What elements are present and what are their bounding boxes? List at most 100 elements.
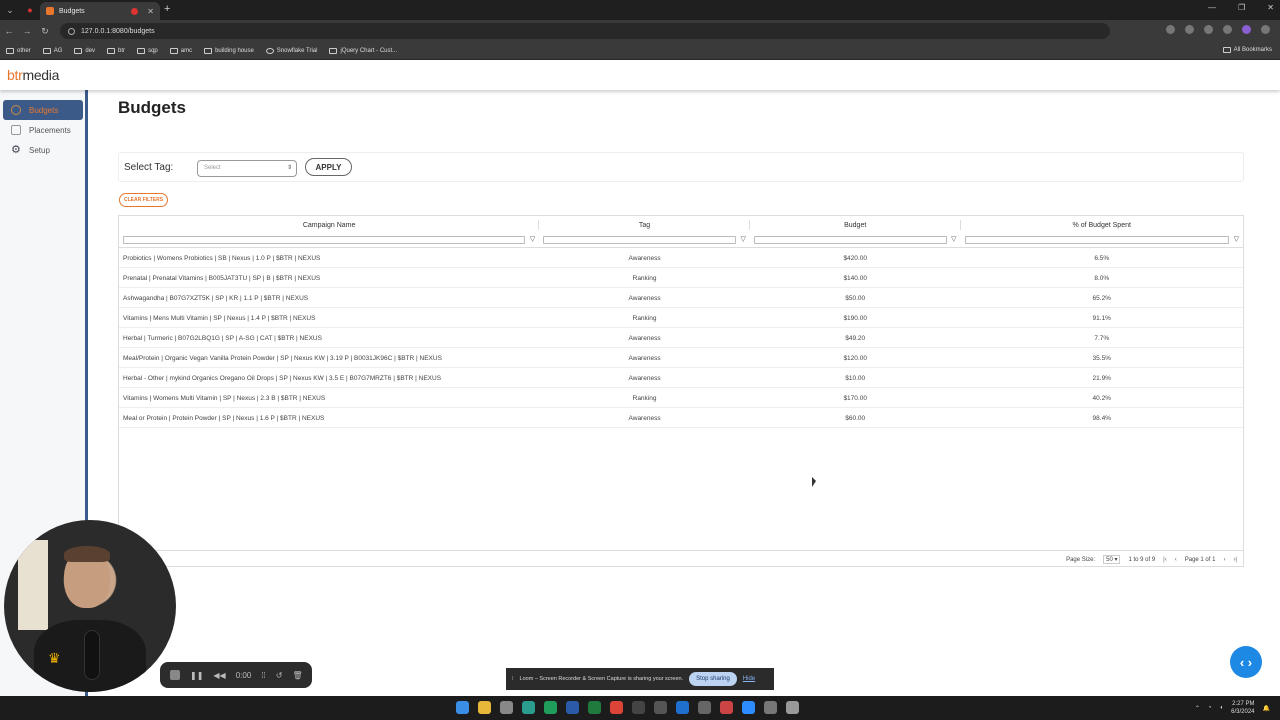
stop-sharing-button[interactable]: Stop sharing (689, 672, 737, 686)
edge-icon[interactable] (522, 701, 535, 714)
bookmark-item[interactable]: btr (107, 47, 125, 54)
column-header-budget[interactable]: Budget (750, 216, 961, 234)
bookmark-item[interactable]: other (6, 47, 31, 54)
table-row[interactable]: Ashwagandha | B07G7XZT5K | SP | KR | 1.1… (119, 288, 1243, 308)
campaign-cell: Meal/Protein | Organic Vegan Vanilla Pro… (123, 354, 442, 362)
site-info-icon[interactable] (68, 27, 75, 35)
table-row[interactable]: Meal or Protein | Protein Powder | SP | … (119, 408, 1243, 428)
last-page-icon[interactable]: ›| (1233, 557, 1237, 563)
profile-avatar[interactable] (1242, 25, 1251, 34)
github-icon[interactable] (698, 701, 711, 714)
first-page-icon[interactable]: |‹ (1163, 557, 1167, 563)
app-logo[interactable]: btrmedia (7, 67, 59, 83)
tab-search-icon[interactable]: ⌄ (0, 0, 20, 20)
volume-icon[interactable]: ◖ (1220, 705, 1224, 711)
campaign-cell: Vitamins | Womens Multi Vitamin | SP | N… (123, 394, 326, 402)
bookmark-item[interactable]: AG (42, 47, 62, 54)
bookmark-star-icon[interactable] (1185, 25, 1194, 34)
sidebar-item-placements[interactable]: Placements (3, 120, 83, 140)
extensions-puzzle-icon[interactable] (1223, 25, 1232, 34)
bookmark-item[interactable]: sqp (137, 47, 158, 54)
terminal-icon[interactable] (632, 701, 645, 714)
bookmark-item[interactable]: building house (204, 47, 254, 54)
address-bar[interactable]: 127.0.0.1:8080/budgets (60, 23, 1110, 39)
grid-icon[interactable]: ⁞⁞ (261, 671, 265, 680)
menu-icon[interactable] (1261, 25, 1270, 34)
reload-icon[interactable]: ↻ (36, 26, 54, 37)
bookmark-item[interactable]: dev (74, 47, 95, 54)
drag-handle-icon[interactable]: ⁞ (512, 676, 514, 682)
app-header: btrmedia (0, 60, 1280, 90)
tag-select[interactable]: Select ⇕ (197, 160, 297, 177)
windows-start-icon[interactable] (456, 701, 469, 714)
minimize-icon[interactable]: — (1208, 3, 1216, 12)
browser-tab-budgets[interactable]: Budgets ✕ (40, 2, 160, 20)
new-tab-button[interactable]: + (164, 3, 170, 15)
app-icon[interactable] (764, 701, 777, 714)
close-tab-icon[interactable]: ✕ (147, 7, 154, 16)
code-fab-button[interactable]: ‹ › (1230, 646, 1262, 678)
chrome-icon[interactable] (610, 701, 623, 714)
webcam-bubble[interactable]: ♛ (4, 520, 176, 692)
campaign-filter-input[interactable] (123, 236, 526, 244)
bookmark-item[interactable]: amc (169, 47, 192, 54)
system-clock[interactable]: 2:27 PM 6/3/2024 (1231, 700, 1254, 716)
column-header-tag[interactable]: Tag (539, 216, 750, 234)
stop-recording-icon[interactable] (170, 670, 180, 680)
next-page-icon[interactable]: › (1223, 557, 1225, 563)
app-icon[interactable] (654, 701, 667, 714)
table-row[interactable]: Herbal | Turmeric | B07G2LBQ1G | SP | A-… (119, 328, 1243, 348)
file-explorer-icon[interactable] (478, 701, 491, 714)
tray-chevron-icon[interactable]: ⌃ (1195, 705, 1200, 712)
spent-filter-input[interactable] (964, 236, 1229, 244)
pause-icon[interactable]: ❚❚ (190, 671, 203, 680)
table-row[interactable]: Probiotics | Womens Probiotics | SB | Ne… (119, 248, 1243, 268)
vscode-icon[interactable] (676, 701, 689, 714)
rewind-icon[interactable]: ◀◀ (213, 671, 225, 680)
wifi-icon[interactable]: ◔ (1208, 705, 1212, 711)
table-row[interactable]: Vitamins | Mens Multi Vitamin | SP | Nex… (119, 308, 1243, 328)
maximize-icon[interactable]: ❐ (1238, 3, 1245, 12)
pagination: Page Size: 50 ▾ 1 to 9 of 9 |‹ ‹ Page 1 … (1066, 555, 1237, 564)
back-icon[interactable]: ← (0, 26, 18, 36)
share-notice: Loom – Screen Recorder & Screen Capture … (519, 676, 684, 682)
table-row[interactable]: Vitamins | Womens Multi Vitamin | SP | N… (119, 388, 1243, 408)
sidebar-item-setup[interactable]: ⚙ Setup (3, 140, 83, 160)
cast-icon[interactable] (1166, 25, 1175, 34)
excel-icon[interactable] (588, 701, 601, 714)
word-icon[interactable] (566, 701, 579, 714)
filter-icon[interactable]: ▽ (951, 235, 956, 243)
notifications-icon[interactable]: 🔔 (1263, 705, 1270, 712)
calculator-icon[interactable] (500, 701, 513, 714)
budget-filter-input[interactable] (753, 236, 947, 244)
page-size-select[interactable]: 50 ▾ (1103, 555, 1121, 564)
filter-icon[interactable]: ▽ (740, 235, 745, 243)
column-header-campaign-name[interactable]: Campaign Name (119, 216, 540, 234)
table-row[interactable]: Herbal - Other | mykind Organics Oregano… (119, 368, 1243, 388)
bookmark-item[interactable]: jQuery Chart - Cust... (329, 47, 397, 54)
forward-icon[interactable]: → (18, 26, 36, 36)
close-window-icon[interactable]: ✕ (1267, 3, 1274, 12)
extension-icon[interactable] (1204, 25, 1213, 34)
trash-icon[interactable]: 🗑 (292, 671, 302, 680)
restart-icon[interactable]: ↺ (276, 671, 283, 680)
folder-icon (42, 47, 51, 54)
microphone-icon (84, 630, 100, 680)
table-row[interactable]: Prenatal | Prenatal Vitamins | B005JAT3T… (119, 268, 1243, 288)
apply-button[interactable]: APPLY (305, 158, 352, 176)
filter-icon[interactable]: ▽ (1234, 235, 1239, 243)
notification-app-icon[interactable] (720, 701, 733, 714)
prev-page-icon[interactable]: ‹ (1175, 557, 1177, 563)
filter-icon[interactable]: ▽ (530, 235, 535, 243)
bookmark-item[interactable]: Snowflake Trial (265, 47, 317, 54)
zoom-icon[interactable] (742, 701, 755, 714)
tag-filter-input[interactable] (543, 236, 736, 244)
column-header-budget-spent[interactable]: % of Budget Spent (961, 216, 1244, 234)
all-bookmarks[interactable]: All Bookmarks (1222, 47, 1272, 53)
clear-filters-button[interactable]: CLEAR FILTERS (119, 193, 168, 207)
sidebar-item-budgets[interactable]: Budgets (3, 100, 83, 120)
table-row[interactable]: Meal/Protein | Organic Vegan Vanilla Pro… (119, 348, 1243, 368)
hide-link[interactable]: Hide (743, 676, 755, 682)
app-icon[interactable] (786, 701, 799, 714)
sheets-icon[interactable] (544, 701, 557, 714)
